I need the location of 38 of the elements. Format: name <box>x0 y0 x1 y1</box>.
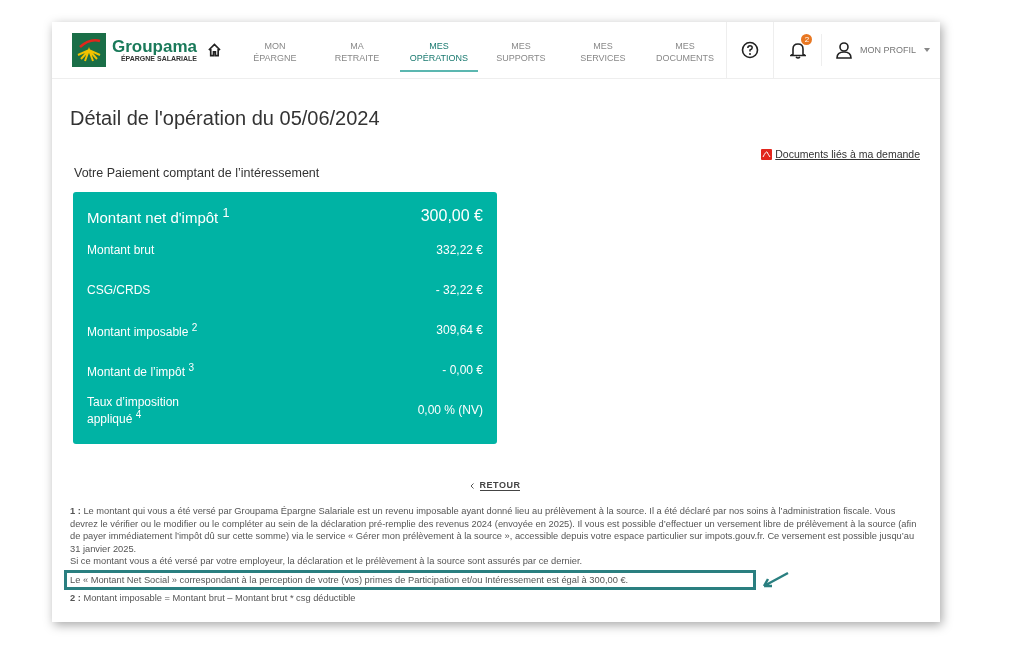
arrow-icon <box>760 570 790 589</box>
footnote: 1 : Le montant qui vous a été versé par Groupama Épargne Salariale est un revenu imposable ayant donné lieu au prélèvement à la source. Il a été déclaré par nos soins à l’administration fiscale. Vous devrez le vérifier ou le modifier ou le compléter au sein de la déclaration pré-remplie des revenus 2024 (envoyée en 2025). Il vous est possible d’effectuer un versement libre de prélèvement à la source (afin de payer immédiatement l’impôt dû sur cette somme) via le service « Gérer mon prélèvement à la source », accessible depuis votre espace particulier sur impots.gouv.fr. Ce versement est possible jusqu’au 31 janvier 2025. <box>70 505 918 555</box>
nav-tab[interactable]: MES OPÉRATIONS <box>399 34 478 72</box>
documents-link[interactable]: Documents liés à ma demande <box>761 148 920 160</box>
logo-icon <box>72 33 106 67</box>
amount-value: 332,22 € <box>436 243 483 257</box>
amount-label: Montant imposable $^{2}$ <box>87 321 198 339</box>
footnote: 2 : Montant imposable = Montant brut – Montant brut * csg déductible <box>70 592 357 605</box>
amount-value: - 32,22 € <box>435 283 483 297</box>
nav-tab[interactable]: MA RETRAITE <box>317 34 396 72</box>
page-title: Détail de l'opération du 05/06/2024 <box>70 107 381 130</box>
chevron-left-icon <box>469 482 474 489</box>
highlighted-note: Le « Montant Net Social » correspondant à la perception de votre (vos) primes de Participation et/ou Intéressement est égal à 300,00 €. <box>64 569 756 590</box>
amount-value: 300,00 € <box>420 207 483 225</box>
amount-label: Montant de l’impôt $^{3}$ <box>87 361 194 379</box>
bell-icon <box>789 41 806 59</box>
nav-tab[interactable]: MES SUPPORTS <box>481 34 560 72</box>
home-icon <box>207 42 222 58</box>
back-link[interactable]: RETOUR <box>479 480 521 491</box>
section-title: Votre Paiement comptant de l’intéressement <box>74 166 321 180</box>
amount-label: Montant net d'impôt $^{1}$ <box>87 206 230 226</box>
user-icon <box>836 41 852 59</box>
profile-menu[interactable]: MON PROFIL <box>821 34 930 66</box>
nav-tab[interactable]: MON ÉPARGNE <box>235 34 314 72</box>
amount-value: 0,00 % (NV) <box>417 403 483 417</box>
help-icon <box>741 41 760 59</box>
amount-value: 309,64 € <box>436 323 483 337</box>
caret-icon <box>924 48 930 52</box>
notification-badge: 2 <box>801 34 813 45</box>
amount-label: CSG/CRDS <box>87 283 151 297</box>
logo-name: Groupama <box>112 38 198 55</box>
amount-value: - 0,00 € <box>442 363 483 377</box>
nav-tab[interactable]: MES SERVICES <box>563 34 642 72</box>
nav-tab[interactable]: MES DOCUMENTS <box>645 34 724 72</box>
footnote: Si ce montant vous a été versé par votre employeur, la déclaration et le prélèvement à la source sont assurés par ce dernier. <box>70 555 584 568</box>
pdf-icon <box>761 148 773 160</box>
amount-label: Taux d’imposition appliqué $^{4}$ <box>87 394 181 426</box>
amount-label: Montant brut <box>87 243 155 257</box>
